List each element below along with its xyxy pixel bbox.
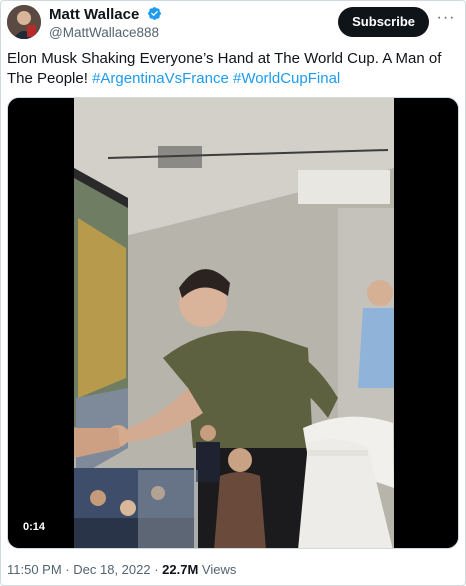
subscribe-button[interactable]: Subscribe [338, 7, 429, 37]
hashtag-link[interactable]: #WorldCupFinal [233, 70, 340, 87]
avatar[interactable] [7, 5, 41, 39]
video-duration-badge: 0:14 [18, 519, 51, 536]
views-label: Views [201, 562, 237, 577]
video-frame [8, 98, 458, 548]
tweet-meta: 11:50 PM · Dec 18, 2022 · 22.7M Views [7, 561, 236, 578]
views-count: 22.7M [162, 562, 199, 577]
meta-separator: · [150, 562, 163, 577]
meta-separator: · [61, 562, 74, 577]
tweet-text: Elon Musk Shaking Everyone’s Hand at The… [7, 49, 447, 89]
author-display-name[interactable]: Matt Wallace [49, 6, 139, 24]
tweet-header: Matt Wallace @MattWallace888 Subscribe ·… [7, 5, 459, 41]
author-handle[interactable]: @MattWallace888 [49, 24, 162, 41]
author-names: Matt Wallace @MattWallace888 [49, 6, 162, 41]
tweet-date[interactable]: Dec 18, 2022 [73, 562, 150, 577]
verified-badge-icon [147, 7, 161, 20]
more-options-icon[interactable]: ··· [435, 9, 457, 31]
video-player[interactable]: 0:14 [7, 97, 459, 549]
tweet-time[interactable]: 11:50 PM [7, 562, 62, 577]
hashtag-link[interactable]: #ArgentinaVsFrance [92, 70, 229, 87]
tweet-card: Matt Wallace @MattWallace888 Subscribe ·… [0, 0, 466, 586]
